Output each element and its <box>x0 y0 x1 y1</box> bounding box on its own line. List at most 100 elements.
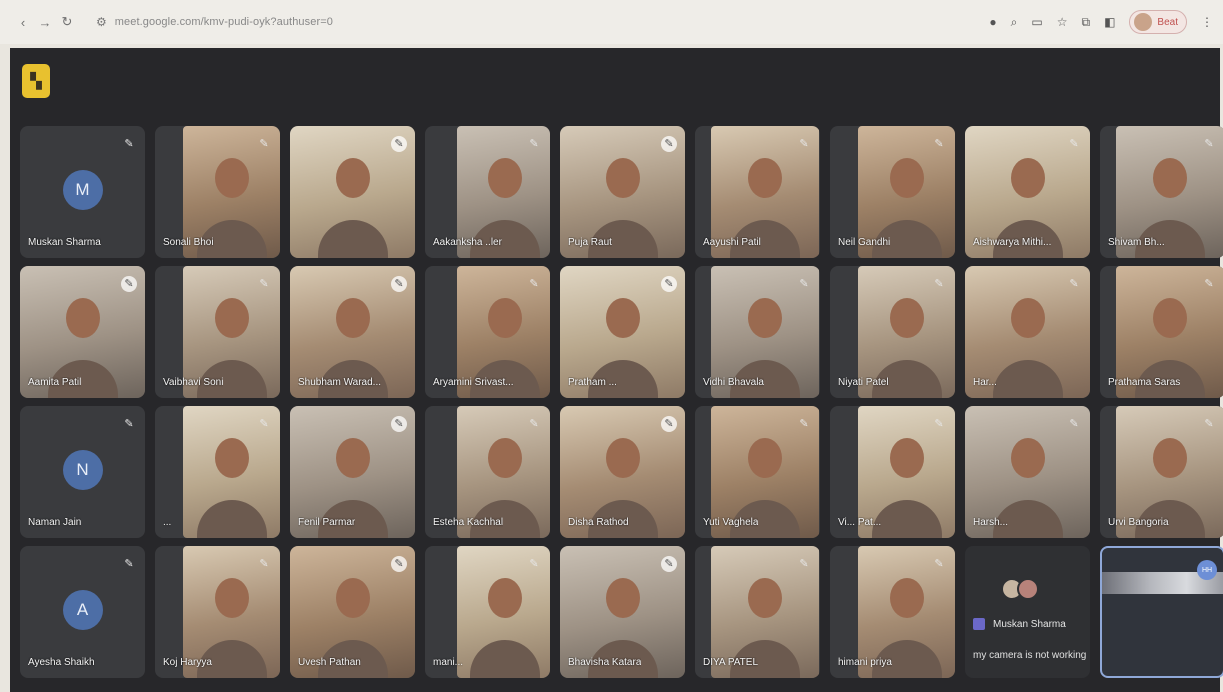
participant-tile[interactable]: A ✎ Ayesha Shaikh <box>20 546 145 678</box>
self-view-tile[interactable]: HH <box>1100 546 1223 678</box>
address-bar[interactable]: ⚙ meet.google.com/kmv-pudi-oyk?authuser=… <box>96 15 886 29</box>
participant-tile[interactable]: ✎ Vi... Pat... <box>830 406 955 538</box>
participant-name: Pratham ... <box>568 377 617 388</box>
mic-off-icon: ✎ <box>799 558 809 570</box>
participant-tile[interactable]: ✎ Aishwarya Mithi... <box>965 126 1090 258</box>
mic-off-icon: ✎ <box>934 138 944 150</box>
participant-face <box>1153 297 1187 338</box>
participant-body <box>470 640 540 678</box>
participant-name: Aishwarya Mithi... <box>973 237 1052 248</box>
participant-tile[interactable]: ✎ Prathama Saras <box>1100 266 1223 398</box>
participant-tile[interactable]: ✎ Shivam Bh... <box>1100 126 1223 258</box>
participant-face <box>1010 157 1045 198</box>
participant-tile[interactable]: M ✎ Muskan Sharma <box>20 126 145 258</box>
participant-tile[interactable]: ✎ Niyati Patel <box>830 266 955 398</box>
participant-face <box>748 577 782 618</box>
mic-off-icon: ✎ <box>529 138 539 150</box>
participant-tile[interactable]: ✎ Fenil Parmar <box>290 406 415 538</box>
participant-name: Naman Jain <box>28 517 82 528</box>
menu-icon[interactable]: ⋮ <box>1201 15 1213 29</box>
bookmark-star-icon[interactable]: ☆ <box>1057 15 1068 29</box>
participant-tile[interactable]: ✎ Aryamini Srivast... <box>425 266 550 398</box>
mic-off-icon: ✎ <box>259 278 269 290</box>
participant-face <box>890 297 924 338</box>
participant-tile[interactable]: ✎ Sonali Bhoi <box>155 126 280 258</box>
mic-off-icon: ✎ <box>124 418 134 430</box>
participant-face <box>335 577 370 618</box>
extensions-icon[interactable]: ⧉ <box>1082 15 1091 30</box>
participant-tile[interactable]: ✎ Harsh... <box>965 406 1090 538</box>
participant-name: Prathama Saras <box>1108 377 1181 388</box>
participant-tile[interactable]: ✎ Puja Raut <box>560 126 685 258</box>
mic-off-icon: ✎ <box>1069 278 1079 290</box>
participant-tile[interactable]: ✎ Aamita Patil <box>20 266 145 398</box>
participant-name: Bhavisha Katara <box>568 657 642 668</box>
mic-off-icon: ✎ <box>934 418 944 430</box>
forward-icon[interactable]: → <box>34 15 56 30</box>
participant-tile[interactable]: ✎ Uvesh Pathan <box>290 546 415 678</box>
participant-tile[interactable]: ✎ Vidhi Bhavala <box>695 266 820 398</box>
mic-off-icon: ✎ <box>529 558 539 570</box>
participant-face <box>488 437 522 478</box>
mic-off-icon: ✎ <box>1204 418 1214 430</box>
zoom-icon[interactable]: ⌕ <box>1011 15 1018 30</box>
participant-name: Esteha Kachhal <box>433 517 504 528</box>
participant-tile[interactable]: N ✎ Naman Jain <box>20 406 145 538</box>
participant-tile[interactable]: ✎ Vaibhavi Soni <box>155 266 280 398</box>
participant-avatar: N <box>62 450 103 490</box>
mic-off-icon: ✎ <box>1069 138 1079 150</box>
participant-tile[interactable]: ✎ Disha Rathod <box>560 406 685 538</box>
site-settings-icon[interactable]: ⚙ <box>96 15 107 29</box>
participant-tile[interactable]: ✎ Bhavisha Katara <box>560 546 685 678</box>
participant-name: Sonali Bhoi <box>163 237 214 248</box>
participant-name: Shivam Bh... <box>1108 237 1165 248</box>
participant-name: Niyati Patel <box>838 377 889 388</box>
chat-preview-tile[interactable]: Muskan Sharma my camera is not working <box>965 546 1090 678</box>
cast-icon[interactable]: ▭ <box>1031 15 1042 29</box>
participant-tile[interactable]: ✎ <box>290 126 415 258</box>
participant-tile[interactable]: ✎ Aakanksha ..ler <box>425 126 550 258</box>
back-icon[interactable]: ‹ <box>12 15 34 30</box>
participant-name: Shubham Warad... <box>298 377 382 388</box>
participant-tile[interactable]: ✎ Shubham Warad... <box>290 266 415 398</box>
chat-sender: Muskan Sharma <box>973 618 1066 630</box>
participant-name: DIYA PATEL <box>703 657 759 668</box>
participant-tile[interactable]: ✎ Esteha Kachhal <box>425 406 550 538</box>
participant-name: Aakanksha ..ler <box>433 237 502 248</box>
participant-name: Urvi Bangoria <box>1108 517 1169 528</box>
participant-face <box>335 297 370 338</box>
participant-name: Harsh... <box>973 517 1009 528</box>
mic-off-icon: ✎ <box>259 418 269 430</box>
participant-face <box>748 437 782 478</box>
mic-off-icon: ✎ <box>661 416 677 432</box>
participant-tile[interactable]: ✎ Yuti Vaghela <box>695 406 820 538</box>
meeting-badge-icon[interactable]: ▚ <box>22 64 50 98</box>
participant-tile[interactable]: ✎ Har... <box>965 266 1090 398</box>
participant-name: mani... <box>433 657 464 668</box>
participant-name: Uvesh Pathan <box>298 657 361 668</box>
avatar <box>1017 578 1039 600</box>
mic-off-icon: ✎ <box>799 418 809 430</box>
participant-name: Muskan Sharma <box>28 237 101 248</box>
participant-tile[interactable]: ✎ Urvi Bangoria <box>1100 406 1223 538</box>
reload-icon[interactable]: ↻ <box>56 14 78 30</box>
profile-button[interactable]: Beat <box>1129 10 1187 34</box>
participant-tile[interactable]: ✎ Pratham ... <box>560 266 685 398</box>
participant-tile[interactable]: ✎ Aayushi Patil <box>695 126 820 258</box>
participant-tile[interactable]: ✎ DIYA PATEL <box>695 546 820 678</box>
camera-icon[interactable]: ● <box>989 15 996 29</box>
sidepanel-icon[interactable]: ◧ <box>1104 15 1115 29</box>
mic-off-icon: ✎ <box>1069 418 1079 430</box>
self-avatar-badge: HH <box>1197 560 1217 580</box>
mic-off-icon: ✎ <box>124 138 134 150</box>
participant-name: Vi... Pat... <box>838 517 882 528</box>
participant-tile[interactable]: ✎ mani... <box>425 546 550 678</box>
participant-face <box>215 297 249 338</box>
participant-tile[interactable]: ✎... <box>155 406 280 538</box>
participant-face <box>488 297 522 338</box>
participant-tile[interactable]: ✎ Neil Gandhi <box>830 126 955 258</box>
participant-tile[interactable]: ✎ himani priya <box>830 546 955 678</box>
participant-tile[interactable]: ✎ Koj Haryya <box>155 546 280 678</box>
participant-face <box>215 437 249 478</box>
participant-face <box>335 437 370 478</box>
